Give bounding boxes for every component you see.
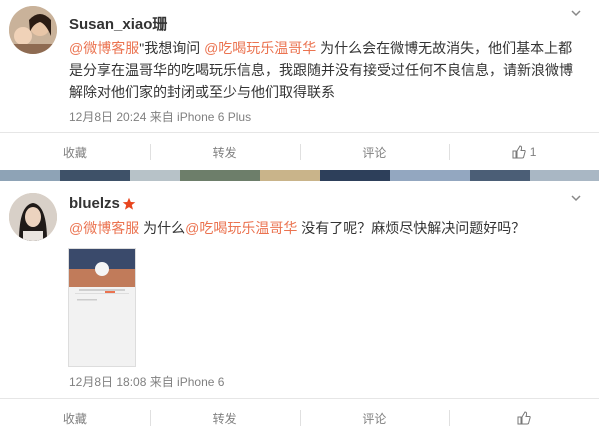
repost-label: 转发 (212, 145, 237, 160)
post-meta: 12月8日 18:08 来自 iPhone 6 (69, 375, 225, 389)
like-count: 1 (529, 145, 537, 159)
comment-button[interactable]: 评论 (299, 399, 450, 437)
repost-button[interactable]: 转发 (149, 399, 300, 437)
repost-button[interactable]: 转发 (149, 133, 300, 171)
post-content: @微博客服 为什么@吃喝玩乐温哥华 没有了呢？麻烦尽快解决问题好吗？ (69, 217, 579, 239)
post-content: @微博客服"我想询问 @吃喝玩乐温哥华 为什么会在微博无故消失，他们基本上都是分… (69, 37, 579, 103)
screenshot-thumbnail-image (69, 249, 135, 366)
background-image-strip (0, 170, 599, 181)
mention-link[interactable]: @微博客服 (69, 40, 139, 56)
username-row: bluelzs (69, 195, 136, 212)
favorite-label: 收藏 (62, 145, 87, 160)
mention-link[interactable]: @吃喝玩乐温哥华 (204, 40, 316, 56)
post-text: "我想询问 (139, 40, 205, 56)
mention-link[interactable]: @微博客服 (69, 220, 139, 236)
weibo-post-1: Susan_xiao珊 @微博客服"我想询问 @吃喝玩乐温哥华 为什么会在微博无… (0, 0, 599, 170)
username[interactable]: bluelzs (69, 195, 120, 212)
comment-label: 评论 (362, 145, 387, 160)
attached-image-thumbnail[interactable] (68, 248, 136, 367)
like-icon (517, 411, 531, 425)
favorite-label: 收藏 (62, 411, 87, 426)
avatar[interactable] (9, 6, 57, 54)
avatar[interactable] (9, 193, 57, 241)
comment-button[interactable]: 评论 (299, 133, 450, 171)
favorite-button[interactable]: 收藏 (0, 133, 150, 171)
like-button[interactable] (449, 399, 599, 437)
comment-label: 评论 (362, 411, 387, 426)
verified-star-icon[interactable] (122, 197, 136, 211)
action-bar: 收藏 转发 评论 1 (0, 132, 599, 171)
like-icon (512, 145, 526, 159)
favorite-button[interactable]: 收藏 (0, 399, 150, 437)
chevron-down-icon[interactable] (571, 193, 581, 203)
repost-label: 转发 (212, 411, 237, 426)
mention-link[interactable]: @吃喝玩乐温哥华 (185, 220, 297, 236)
weibo-post-2: bluelzs @微博客服 为什么@吃喝玩乐温哥华 没有了呢？麻烦尽快解决问题好… (0, 181, 599, 436)
post-text: 没有了呢？麻烦尽快解决问题好吗？ (297, 220, 526, 236)
post-text: 为什么 (139, 220, 186, 236)
chevron-down-icon[interactable] (571, 8, 581, 18)
like-button[interactable]: 1 (449, 133, 599, 171)
action-bar: 收藏 转发 评论 (0, 398, 599, 437)
username[interactable]: Susan_xiao珊 (69, 13, 167, 34)
post-meta: 12月8日 20:24 来自 iPhone 6 Plus (69, 110, 252, 124)
